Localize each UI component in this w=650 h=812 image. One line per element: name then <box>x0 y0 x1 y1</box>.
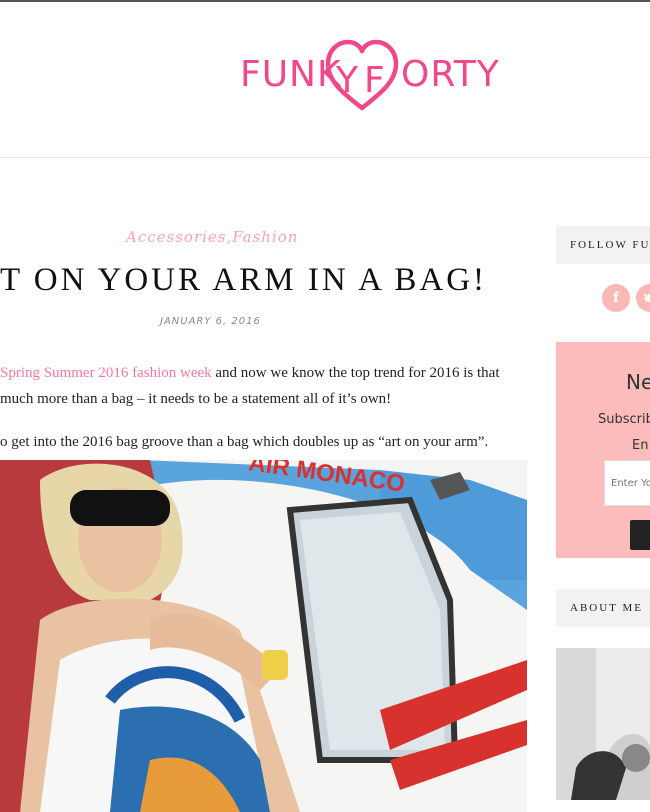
about-widget-title: ABOUT ME <box>556 589 650 627</box>
newsletter-subtitle: Subscrib <box>598 412 650 427</box>
post-date: JANUARY 6, 2016 <box>160 316 261 327</box>
follow-widget-title: FOLLOW FU <box>556 226 650 264</box>
twitter-icon[interactable] <box>636 284 650 312</box>
category-link-fashion[interactable]: Fashion <box>232 228 298 246</box>
heart-logo-icon <box>325 39 399 111</box>
post-title[interactable]: T ON YOUR ARM IN A BAG! <box>0 262 540 299</box>
about-me-photo <box>556 648 650 800</box>
subscribe-button[interactable] <box>630 520 650 550</box>
newsletter-label: En <box>632 438 649 453</box>
category-link-accessories[interactable]: Accessories <box>126 228 226 246</box>
logo-text-right: ORTY <box>401 54 500 95</box>
newsletter-title: Ne <box>626 370 650 394</box>
post-categories: Accessories,Fashion <box>126 228 298 246</box>
about-photo-illustration <box>556 648 650 800</box>
newsletter-widget: Ne Subscrib En <box>556 342 650 558</box>
follow-title-text: FOLLOW FU <box>570 239 650 251</box>
site-logo[interactable]: FUNK Y F ORTY <box>236 36 506 122</box>
twitter-bird-icon <box>644 293 650 302</box>
about-title-text: ABOUT ME <box>570 602 643 614</box>
photo-illustration <box>0 460 527 812</box>
site-header: FUNK Y F ORTY <box>0 2 650 158</box>
logo-text-f: F <box>364 60 386 101</box>
facebook-icon[interactable]: f <box>602 284 630 312</box>
post-paragraph-2: o get into the 2016 bag groove than a ba… <box>0 434 489 450</box>
post-photo: AIR MONACO <box>0 460 527 812</box>
fashion-week-link[interactable]: Spring Summer 2016 fashion week <box>0 365 212 381</box>
post-paragraph-1: Spring Summer 2016 fashion week and now … <box>0 360 540 412</box>
para1-text: and now we know the top trend for 2016 i… <box>211 365 500 381</box>
logo-text-y: Y <box>336 60 359 101</box>
email-field[interactable] <box>604 460 650 506</box>
para1-line2: much more than a bag – it needs to be a … <box>0 391 392 407</box>
